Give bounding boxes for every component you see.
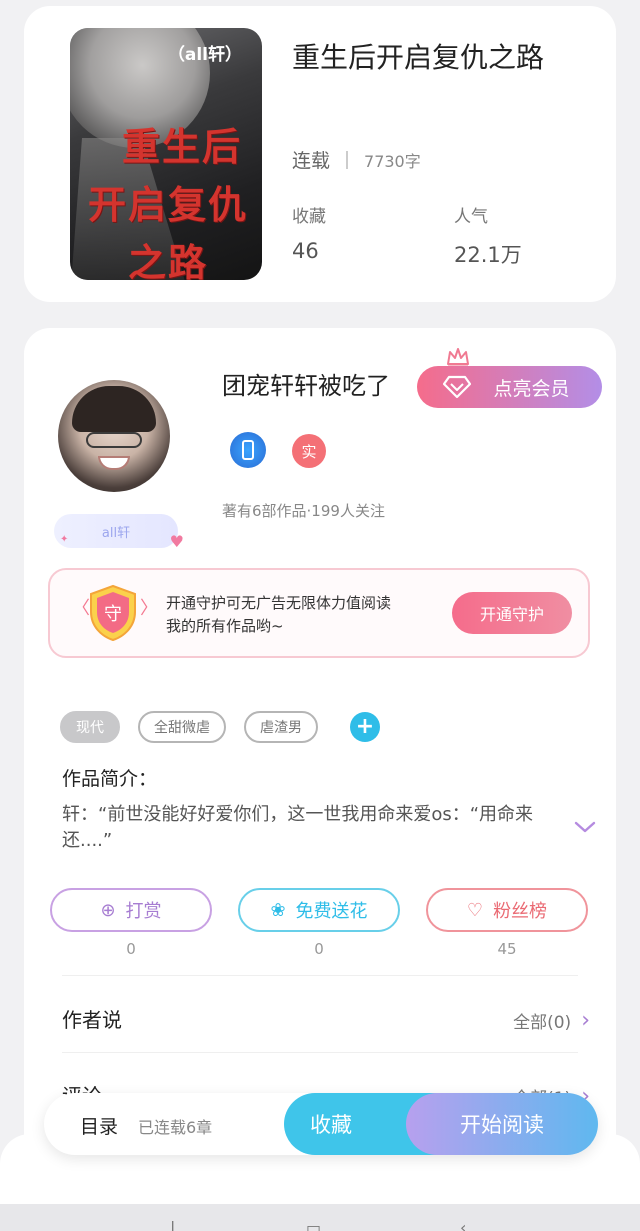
chevron-down-icon[interactable]	[574, 820, 596, 834]
chevron-right-icon: ›	[581, 1008, 590, 1033]
book-status-row: 连载 7730字	[292, 146, 421, 173]
flower-icon: ❀	[270, 899, 286, 921]
bottom-action-bar: 目录 已连载6章 收藏 开始阅读	[44, 1093, 598, 1155]
start-reading-button[interactable]: 开始阅读	[406, 1093, 598, 1155]
popularity-stat: 人气 22.1万	[454, 202, 522, 269]
action-row: ⊕ 打赏 ❀ 免费送花 ♡ 粉丝榜	[50, 888, 590, 932]
divider	[346, 150, 349, 169]
author-fan-badge: ✦ all轩 ♥	[54, 514, 184, 551]
author-says-all-link[interactable]: 全部(0) ›	[513, 1008, 590, 1033]
divider	[62, 975, 578, 976]
author-avatar[interactable]	[58, 380, 170, 492]
tag-chip[interactable]: 现代	[60, 711, 120, 743]
add-tag-button[interactable]: +	[350, 712, 380, 742]
author-name[interactable]: 团宠轩轩被吃了	[222, 366, 390, 401]
nav-home-icon[interactable]: ▭	[306, 1218, 321, 1231]
popularity-label: 人气	[454, 207, 488, 227]
guard-promo-banner: 〈 守 〉 开通守护可无广告无限体力值阅读 我的所有作品哟~ 开通守护	[48, 568, 590, 658]
yen-icon: ⊕	[100, 899, 116, 921]
guard-promo-text: 开通守护可无广告无限体力值阅读 我的所有作品哟~	[166, 594, 392, 635]
send-flower-button[interactable]: ❀ 免费送花	[238, 888, 400, 932]
intro-label: 作品简介：	[62, 768, 158, 790]
cover-title: 重生后 开启复仇 之路	[88, 125, 249, 280]
word-count: 7730字	[364, 151, 421, 171]
crown-icon	[447, 348, 469, 368]
author-says-label: 作者说	[62, 1008, 122, 1032]
reward-button[interactable]: ⊕ 打赏	[50, 888, 212, 932]
phone-verified-icon	[230, 432, 266, 468]
favorites-value: 46	[292, 239, 319, 263]
shield-icon: 守	[90, 584, 136, 642]
reward-count: 0	[126, 940, 136, 958]
nav-back-icon[interactable]: ‹	[460, 1218, 466, 1231]
diamond-icon	[443, 375, 471, 399]
book-title: 重生后开启复仇之路	[292, 41, 545, 74]
divider	[62, 1052, 578, 1053]
real-name-verified-badge: 实	[292, 434, 326, 468]
table-of-contents-button[interactable]: 目录	[80, 1112, 118, 1139]
heart-icon: ♥	[169, 532, 184, 551]
fan-ranking-button[interactable]: ♡ 粉丝榜	[426, 888, 588, 932]
tag-chip[interactable]: 虐渣男	[244, 711, 318, 743]
tag-list: 现代 全甜微虐 虐渣男 +	[60, 711, 380, 743]
system-nav-bar: | ▭ ‹	[0, 1204, 640, 1231]
open-guard-button[interactable]: 开通守护	[452, 592, 572, 634]
serial-status: 连载	[292, 150, 331, 172]
chapter-count: 已连载6章	[138, 1118, 213, 1137]
intro-text: 轩：“前世没能好好爱你们，这一世我用命来爱os：“用命来还....”	[62, 804, 534, 851]
star-icon: ✦	[60, 534, 69, 545]
book-cover-image[interactable]: （all轩） 重生后 开启复仇 之路	[70, 28, 262, 280]
cover-tag: （all轩）	[167, 45, 242, 65]
flower-count: 0	[314, 940, 324, 958]
favorites-label: 收藏	[292, 207, 326, 227]
wing-icon: 〉	[140, 598, 158, 619]
tag-chip[interactable]: 全甜微虐	[138, 711, 226, 743]
book-info-card: （all轩） 重生后 开启复仇 之路 重生后开启复仇之路 连载 7730字 收藏…	[24, 6, 616, 302]
nav-menu-icon[interactable]: |	[170, 1218, 175, 1231]
favorites-stat: 收藏 46	[292, 202, 326, 263]
author-stats: 著有6部作品·199人关注	[222, 502, 385, 520]
fan-count: 45	[497, 940, 517, 958]
svg-text:守: 守	[104, 604, 122, 625]
user-heart-icon: ♡	[466, 899, 484, 921]
vip-button[interactable]: 点亮会员	[417, 366, 602, 408]
popularity-value: 22.1万	[454, 243, 522, 267]
